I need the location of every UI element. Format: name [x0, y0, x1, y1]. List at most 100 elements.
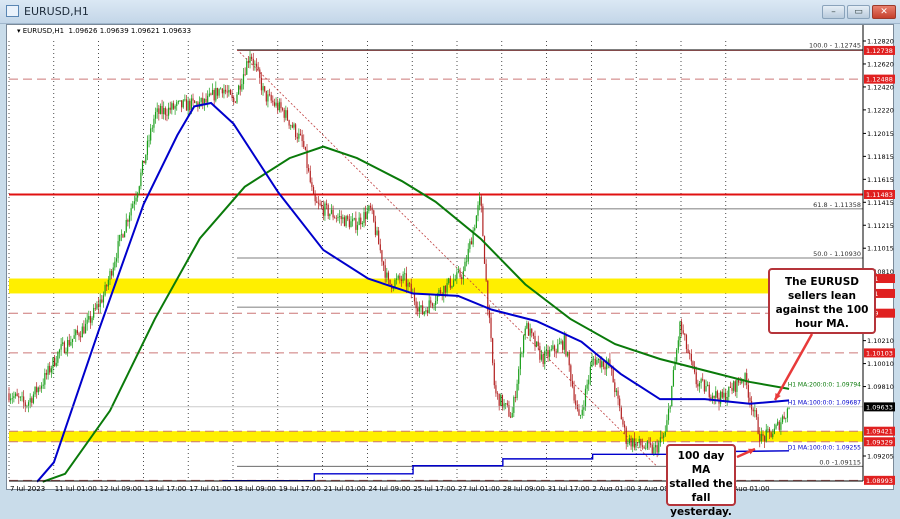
- close-button[interactable]: ✕: [872, 5, 896, 19]
- candle-body: [573, 386, 574, 400]
- candle-body: [238, 86, 239, 95]
- candle-body: [697, 384, 698, 386]
- time-tick-label: 19 Jul 17:00: [279, 485, 321, 491]
- candle-body: [305, 147, 306, 150]
- candle-body: [510, 417, 511, 418]
- time-tick-label: 28 Jul 09:00: [503, 485, 545, 491]
- candle-body: [352, 219, 353, 221]
- candle-body: [254, 64, 255, 65]
- candle-body: [277, 103, 278, 111]
- high-value: 1.09639: [100, 27, 129, 35]
- candle-body: [217, 88, 218, 96]
- candle-body: [347, 216, 348, 219]
- time-tick-label: 31 Jul 17:00: [548, 485, 590, 491]
- candle-body: [381, 250, 382, 261]
- candle-body: [624, 425, 625, 428]
- candle-body: [785, 418, 786, 419]
- candle-body: [435, 301, 436, 305]
- candle-body: [17, 394, 18, 397]
- candle-body: [33, 394, 34, 402]
- candle-body: [759, 434, 760, 442]
- candle-body: [355, 218, 356, 230]
- candle-body: [108, 280, 109, 287]
- candle-body: [137, 193, 138, 197]
- candle-body: [375, 222, 376, 235]
- candle-body: [150, 128, 151, 140]
- candle-body: [106, 285, 107, 286]
- candle-body: [596, 360, 597, 365]
- candle-body: [290, 125, 291, 126]
- candle-body: [341, 216, 342, 219]
- candle-body: [440, 290, 441, 293]
- candle-body: [300, 134, 301, 135]
- chart-canvas[interactable]: 7 Jul 202311 Jul 01:0012 Jul 09:0013 Jul…: [7, 25, 895, 491]
- minimize-button[interactable]: –: [822, 5, 845, 19]
- candle-body: [632, 438, 633, 446]
- time-tick-label: 25 Jul 17:00: [413, 485, 455, 491]
- callout-line: against the 100: [770, 303, 874, 317]
- candle-body: [113, 268, 114, 276]
- candle-body: [170, 108, 171, 110]
- candle-body: [606, 363, 607, 369]
- candle-body: [233, 98, 234, 102]
- candle-body: [90, 316, 91, 323]
- candle-body: [363, 212, 364, 223]
- candle-body: [533, 333, 534, 336]
- candle-body: [557, 344, 558, 352]
- candle-body: [513, 397, 514, 413]
- candle-body: [100, 299, 101, 306]
- candle-body: [21, 396, 22, 397]
- candle-body: [438, 290, 439, 294]
- candle-body: [344, 217, 345, 226]
- price-tick-label: 1.10010: [867, 360, 894, 368]
- candle-body: [161, 106, 162, 114]
- candle-body: [368, 206, 369, 211]
- candle-body: [8, 393, 9, 400]
- candle-body: [736, 379, 737, 392]
- candle-body: [297, 137, 298, 139]
- candle-body: [142, 161, 143, 173]
- candle-body: [166, 115, 167, 116]
- candle-body: [458, 271, 459, 273]
- candle-body: [357, 225, 358, 230]
- candle-body: [684, 334, 685, 335]
- candle-body: [402, 274, 403, 281]
- candle-body: [132, 204, 133, 208]
- candle-body: [25, 402, 26, 406]
- candle-body: [407, 283, 408, 286]
- candle-body: [114, 262, 115, 268]
- candle-body: [657, 445, 658, 452]
- price-tick-label: 1.12620: [867, 60, 894, 68]
- candle-body: [774, 429, 775, 434]
- candle-body: [530, 329, 531, 336]
- candle-body: [101, 299, 102, 302]
- candle-body: [122, 234, 123, 237]
- price-chart[interactable]: 7 Jul 202311 Jul 01:0012 Jul 09:0013 Jul…: [6, 24, 894, 490]
- callout-line: stalled the: [668, 477, 734, 491]
- candle-body: [650, 443, 651, 444]
- candle-body: [349, 219, 350, 227]
- candle-body: [683, 330, 684, 333]
- candle-body: [78, 333, 79, 336]
- candle-body: [593, 359, 594, 360]
- candle-body: [486, 264, 487, 281]
- time-tick-label: 17 Jul 01:00: [189, 485, 231, 491]
- candle-body: [425, 310, 426, 311]
- price-tick-label: 1.09810: [867, 383, 894, 391]
- candle-body: [446, 283, 447, 292]
- candle-body: [689, 353, 690, 354]
- maximize-button[interactable]: ▭: [847, 5, 870, 19]
- candle-body: [523, 336, 524, 354]
- candle-body: [373, 210, 374, 221]
- candle-body: [44, 373, 45, 385]
- candle-body: [456, 272, 457, 279]
- candle-body: [111, 271, 112, 276]
- candle-body: [499, 394, 500, 406]
- candle-body: [192, 98, 193, 100]
- d1-ma-100-label: D1 MA:100:0:0: 1.09255: [788, 444, 862, 451]
- candle-body: [771, 432, 772, 437]
- candle-body: [51, 368, 52, 372]
- candle-body: [673, 370, 674, 386]
- candle-body: [96, 304, 97, 308]
- candle-body: [702, 379, 703, 380]
